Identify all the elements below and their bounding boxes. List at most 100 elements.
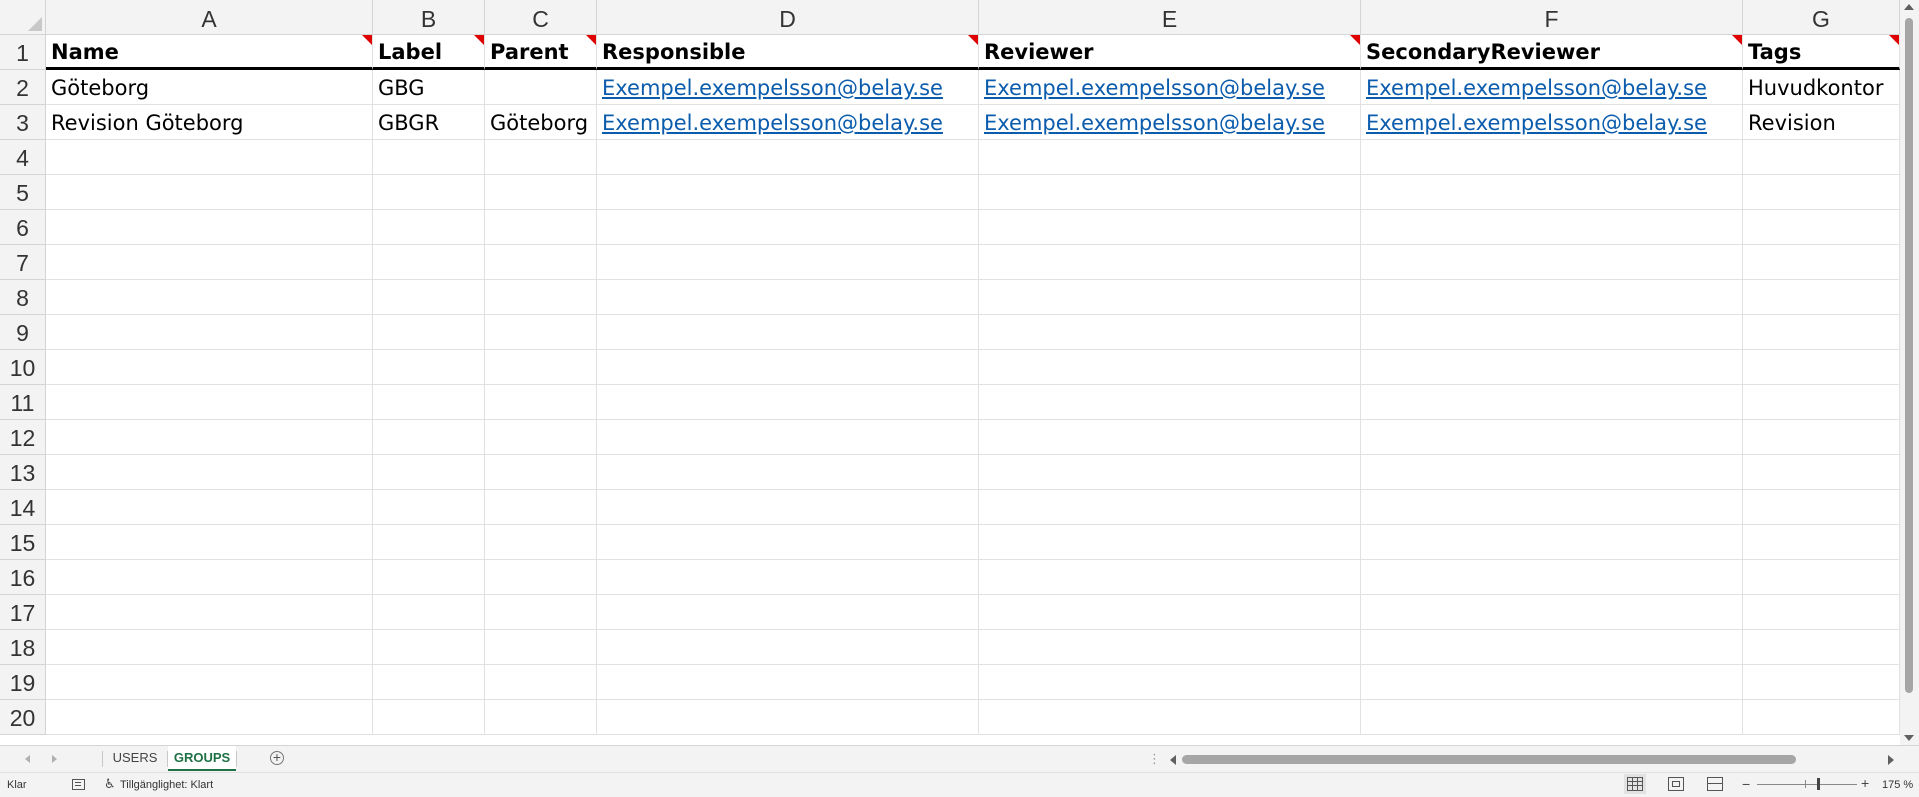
cell-a20[interactable] [46, 700, 373, 735]
cell-d5[interactable] [597, 175, 979, 210]
row-header-17[interactable]: 17 [0, 595, 46, 630]
cell-e10[interactable] [979, 350, 1361, 385]
comment-indicator-icon[interactable] [1350, 35, 1360, 45]
page-break-view-button[interactable] [1707, 777, 1723, 791]
cell-b18[interactable] [373, 630, 485, 665]
cell-f13[interactable] [1361, 455, 1743, 490]
normal-view-button[interactable] [1624, 774, 1646, 794]
cell-f16[interactable] [1361, 560, 1743, 595]
cell-d20[interactable] [597, 700, 979, 735]
cell-a10[interactable] [46, 350, 373, 385]
vertical-scroll-thumb[interactable] [1905, 18, 1913, 693]
column-header-g[interactable]: G [1743, 0, 1900, 35]
cell-d9[interactable] [597, 315, 979, 350]
cell-e4[interactable] [979, 140, 1361, 175]
row-header-1[interactable]: 1 [0, 35, 46, 70]
zoom-slider-thumb[interactable] [1817, 778, 1820, 790]
cell-e12[interactable] [979, 420, 1361, 455]
comment-indicator-icon[interactable] [586, 35, 596, 45]
select-all-button[interactable] [0, 0, 46, 35]
cell-b3[interactable]: GBGR [373, 105, 485, 140]
cell-b1[interactable]: Label [373, 35, 485, 70]
cell-a14[interactable] [46, 490, 373, 525]
cell-a16[interactable] [46, 560, 373, 595]
cell-e14[interactable] [979, 490, 1361, 525]
email-link[interactable]: Exempel.exempelsson@belay.se [1366, 76, 1707, 100]
cell-a11[interactable] [46, 385, 373, 420]
cell-a1[interactable]: Name [46, 35, 373, 70]
comment-indicator-icon[interactable] [1889, 35, 1899, 45]
comment-indicator-icon[interactable] [362, 35, 372, 45]
cell-d19[interactable] [597, 665, 979, 700]
cell-e15[interactable] [979, 525, 1361, 560]
comment-indicator-icon[interactable] [1732, 35, 1742, 45]
cell-d10[interactable] [597, 350, 979, 385]
row-header-7[interactable]: 7 [0, 245, 46, 280]
cell-g13[interactable] [1743, 455, 1900, 490]
cell-f18[interactable] [1361, 630, 1743, 665]
cell-c14[interactable] [485, 490, 597, 525]
cell-g5[interactable] [1743, 175, 1900, 210]
email-link[interactable]: Exempel.exempelsson@belay.se [602, 111, 943, 135]
cell-d6[interactable] [597, 210, 979, 245]
cell-a7[interactable] [46, 245, 373, 280]
row-header-16[interactable]: 16 [0, 560, 46, 595]
cell-d2[interactable]: Exempel.exempelsson@belay.se [597, 70, 979, 105]
scroll-left-arrow-icon[interactable] [1170, 755, 1176, 765]
cell-a18[interactable] [46, 630, 373, 665]
cell-e9[interactable] [979, 315, 1361, 350]
cell-b12[interactable] [373, 420, 485, 455]
accessibility-status[interactable]: Tillgänglighet: Klart [120, 779, 213, 791]
email-link[interactable]: Exempel.exempelsson@belay.se [984, 76, 1325, 100]
cell-f19[interactable] [1361, 665, 1743, 700]
cell-b2[interactable]: GBG [373, 70, 485, 105]
row-header-5[interactable]: 5 [0, 175, 46, 210]
cell-a15[interactable] [46, 525, 373, 560]
cell-e18[interactable] [979, 630, 1361, 665]
cell-c15[interactable] [485, 525, 597, 560]
cell-g2[interactable]: Huvudkontor [1743, 70, 1900, 105]
cell-f20[interactable] [1361, 700, 1743, 735]
row-header-18[interactable]: 18 [0, 630, 46, 665]
cell-a4[interactable] [46, 140, 373, 175]
scroll-up-arrow-icon[interactable] [1904, 4, 1914, 10]
cell-b14[interactable] [373, 490, 485, 525]
cell-c8[interactable] [485, 280, 597, 315]
vertical-scrollbar[interactable] [1900, 0, 1919, 745]
row-header-11[interactable]: 11 [0, 385, 46, 420]
cell-g16[interactable] [1743, 560, 1900, 595]
cell-b8[interactable] [373, 280, 485, 315]
column-header-f[interactable]: F [1361, 0, 1743, 35]
cell-e6[interactable] [979, 210, 1361, 245]
cell-c3[interactable]: Göteborg [485, 105, 597, 140]
cell-f4[interactable] [1361, 140, 1743, 175]
cell-e13[interactable] [979, 455, 1361, 490]
cell-c18[interactable] [485, 630, 597, 665]
zoom-slider[interactable] [1757, 784, 1857, 785]
cell-a5[interactable] [46, 175, 373, 210]
row-header-6[interactable]: 6 [0, 210, 46, 245]
cell-f5[interactable] [1361, 175, 1743, 210]
sheet-tab-groups[interactable]: GROUPS [168, 746, 236, 771]
zoom-out-button[interactable]: − [1742, 776, 1750, 792]
row-header-3[interactable]: 3 [0, 105, 46, 140]
cell-e20[interactable] [979, 700, 1361, 735]
cell-c10[interactable] [485, 350, 597, 385]
cell-b11[interactable] [373, 385, 485, 420]
row-header-8[interactable]: 8 [0, 280, 46, 315]
cell-g17[interactable] [1743, 595, 1900, 630]
cell-f6[interactable] [1361, 210, 1743, 245]
cell-c11[interactable] [485, 385, 597, 420]
column-header-c[interactable]: C [485, 0, 597, 35]
cell-f1[interactable]: SecondaryReviewer [1361, 35, 1743, 70]
cell-b7[interactable] [373, 245, 485, 280]
sheet-tab-users[interactable]: USERS [103, 746, 167, 771]
cell-d12[interactable] [597, 420, 979, 455]
cell-c1[interactable]: Parent [485, 35, 597, 70]
cell-b19[interactable] [373, 665, 485, 700]
cell-c4[interactable] [485, 140, 597, 175]
column-header-d[interactable]: D [597, 0, 979, 35]
cell-c19[interactable] [485, 665, 597, 700]
column-header-e[interactable]: E [979, 0, 1361, 35]
cell-c17[interactable] [485, 595, 597, 630]
